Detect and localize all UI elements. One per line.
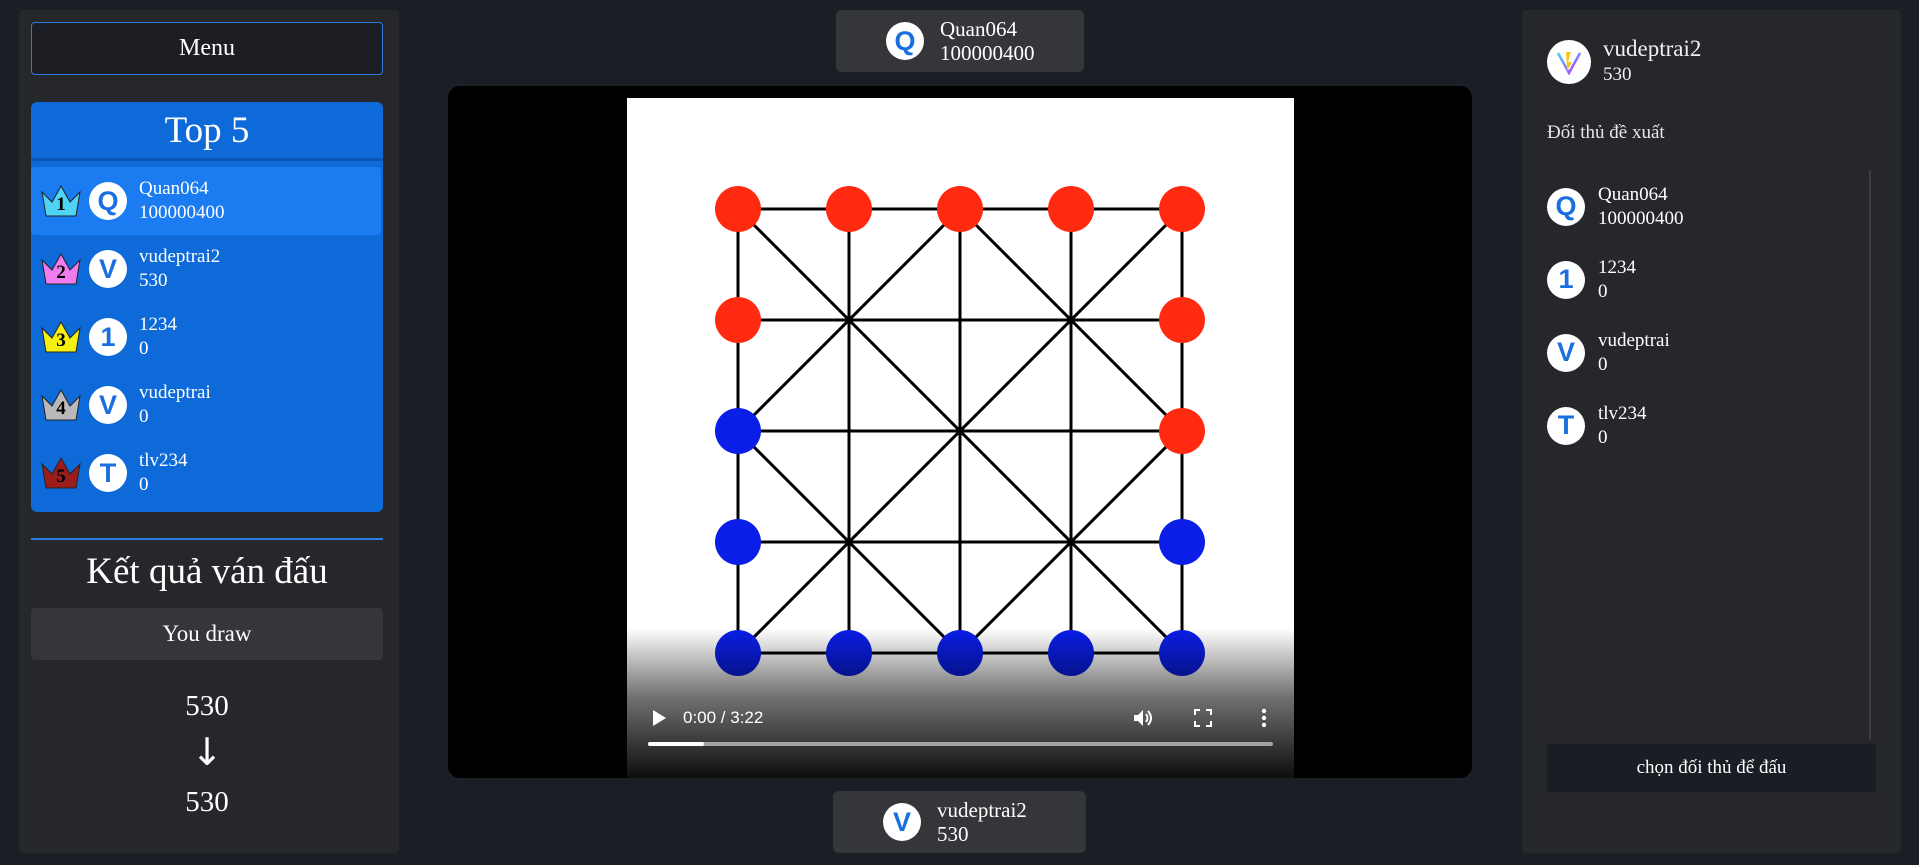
avatar: Q — [886, 22, 924, 60]
player-score: 0 — [1598, 353, 1608, 375]
more-options-icon[interactable] — [1254, 707, 1274, 729]
red-piece — [1159, 408, 1205, 454]
avatar: V — [89, 386, 127, 424]
player-name: tlv234 — [1598, 402, 1647, 424]
player-name: vudeptrai — [139, 382, 211, 403]
red-piece — [1159, 297, 1205, 343]
crown-icon: 2 — [39, 250, 83, 288]
blue-piece — [1159, 519, 1205, 565]
opponent-chip: Q Quan064 100000400 — [836, 10, 1084, 72]
volume-icon[interactable] — [1132, 706, 1156, 730]
divider — [31, 538, 383, 540]
red-piece — [1048, 186, 1094, 232]
avatar: T — [1547, 406, 1585, 445]
blue-piece — [715, 408, 761, 454]
player-score: 0 — [1598, 426, 1608, 448]
video-progress-fill — [648, 742, 705, 746]
video-time: 0:00 / 3:22 — [683, 708, 764, 727]
user-score: 530 — [1603, 64, 1632, 85]
red-piece — [715, 186, 761, 232]
crown-icon: 4 — [39, 386, 83, 424]
player-score: 0 — [139, 338, 149, 359]
leaderboard-row-4[interactable]: 4 V vudeptrai 0 — [31, 371, 381, 439]
play-icon[interactable] — [649, 708, 669, 728]
top5-title: Top 5 — [31, 102, 383, 161]
video-progress-bar[interactable] — [648, 742, 1273, 746]
result-title: Kết quả ván đấu — [86, 551, 328, 592]
red-piece — [715, 297, 761, 343]
player-score: 0 — [1598, 280, 1608, 302]
red-piece — [1159, 186, 1205, 232]
avatar: V — [883, 803, 921, 841]
vite-logo-icon — [1547, 40, 1591, 84]
player-name: 1234 — [1598, 256, 1636, 278]
choose-opponent-button[interactable]: chọn đối thủ để đấu — [1547, 744, 1876, 792]
video-controls: 0:00 / 3:22 — [627, 698, 1294, 738]
avatar: V — [1547, 333, 1585, 372]
crown-icon: 5 — [39, 454, 83, 492]
player-score: 0 — [139, 406, 149, 427]
player-name: Quan064 — [1598, 183, 1668, 205]
avatar: T — [89, 454, 127, 492]
score-before: 530 — [185, 690, 229, 722]
player-name: vudeptrai2 — [937, 798, 1027, 822]
scrollbar[interactable] — [1869, 170, 1871, 740]
player-score: 530 — [937, 822, 969, 846]
avatar: 1 — [89, 318, 127, 356]
avatar: 1 — [1547, 260, 1585, 299]
player-chip: V vudeptrai2 530 — [833, 791, 1086, 853]
top5-leaderboard: Top 5 1 Q Quan064 100000400 2 V vudeptra… — [31, 102, 383, 512]
replay-video[interactable]: 0:00 / 3:22 — [448, 86, 1472, 778]
crown-icon: 1 — [39, 182, 83, 220]
player-name: vudeptrai2 — [139, 246, 221, 267]
leaderboard-row-3[interactable]: 3 1 1234 0 — [31, 303, 381, 371]
user-name: vudeptrai2 — [1603, 36, 1702, 61]
player-score: 100000400 — [1598, 207, 1684, 229]
avatar: V — [89, 250, 127, 288]
opponent-item[interactable]: 1 1234 0 — [1547, 243, 1877, 316]
player-name: Quan064 — [139, 178, 209, 199]
player-name: vudeptrai — [1598, 329, 1670, 351]
red-piece — [937, 186, 983, 232]
suggested-opponents-title: Đối thủ đề xuất — [1547, 122, 1665, 143]
score-after: 530 — [185, 786, 229, 818]
player-score: 100000400 — [940, 41, 1035, 65]
player-name: 1234 — [139, 314, 177, 335]
leaderboard-row-1[interactable]: 1 Q Quan064 100000400 — [31, 167, 381, 235]
result-status: You draw — [31, 608, 383, 660]
arrow-down-icon: ↓ — [191, 730, 223, 774]
opponent-item[interactable]: T tlv234 0 — [1547, 389, 1877, 462]
avatar: Q — [1547, 187, 1585, 226]
opponent-item[interactable]: Q Quan064 100000400 — [1547, 170, 1877, 243]
current-user: vudeptrai2 530 — [1547, 36, 1701, 88]
player-score: 0 — [139, 474, 149, 495]
opponent-item[interactable]: V vudeptrai 0 — [1547, 316, 1877, 389]
player-name: tlv234 — [139, 450, 188, 471]
avatar: Q — [89, 182, 127, 220]
blue-piece — [715, 519, 761, 565]
game-board-frame: 0:00 / 3:22 — [627, 98, 1294, 778]
leaderboard-row-5[interactable]: 5 T tlv234 0 — [31, 439, 381, 507]
left-panel: Menu Top 5 1 Q Quan064 100000400 2 V vud… — [19, 10, 399, 853]
menu-button[interactable]: Menu — [31, 22, 383, 75]
crown-icon: 3 — [39, 318, 83, 356]
leaderboard-row-2[interactable]: 2 V vudeptrai2 530 — [31, 235, 381, 303]
player-score: 100000400 — [139, 202, 225, 223]
red-piece — [826, 186, 872, 232]
fullscreen-icon[interactable] — [1192, 707, 1214, 729]
opponent-list: Q Quan064 100000400 1 1234 0 V vudeptrai… — [1547, 170, 1877, 462]
player-name: Quan064 — [940, 17, 1017, 41]
right-panel: vudeptrai2 530 Đối thủ đề xuất Q Quan064… — [1522, 10, 1901, 853]
player-score: 530 — [139, 270, 168, 291]
